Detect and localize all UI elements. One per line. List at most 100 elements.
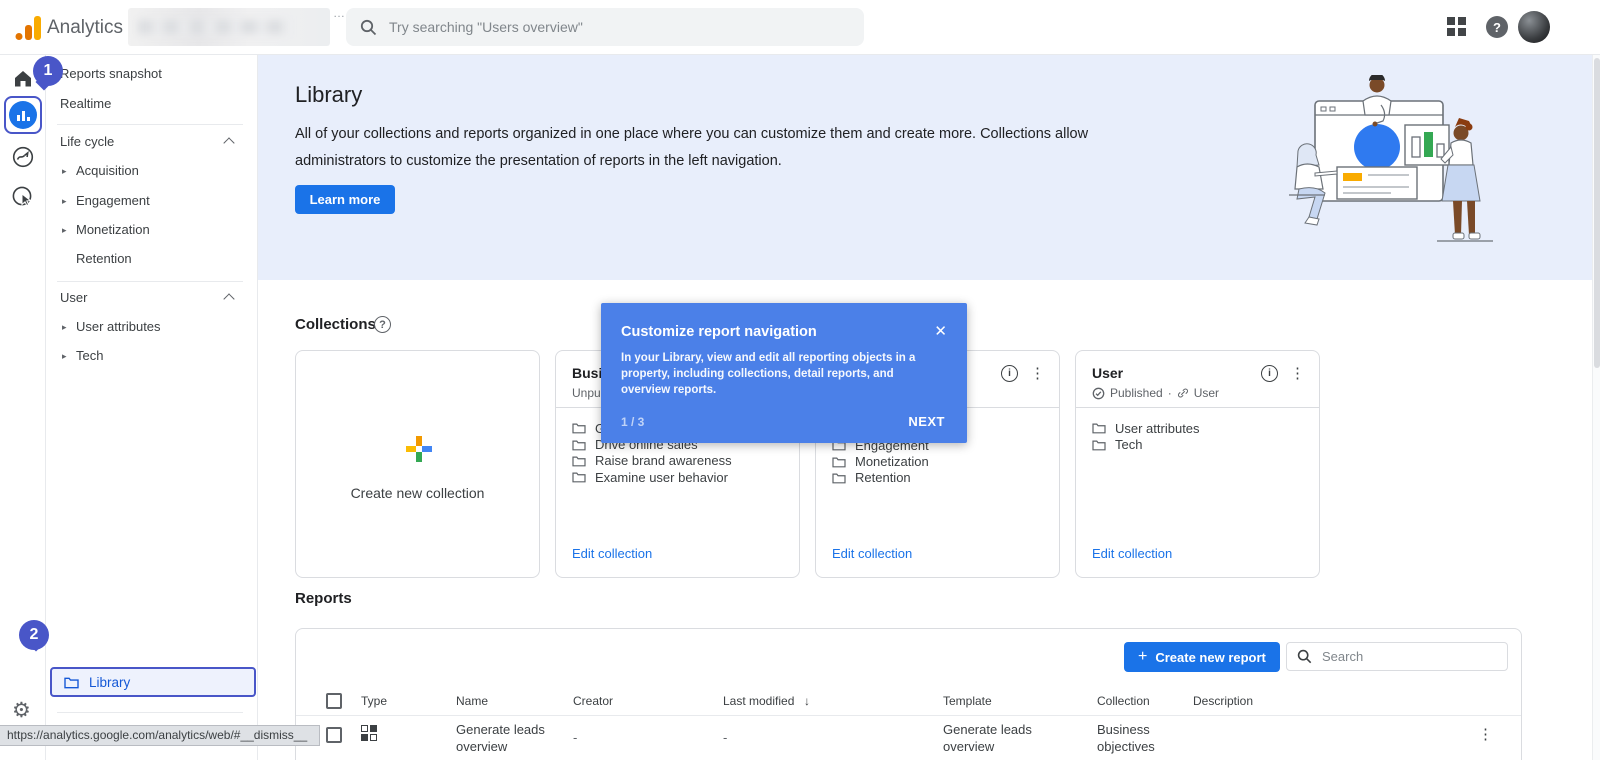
- info-icon[interactable]: i: [1261, 365, 1278, 382]
- card-header: User Published · User i ⋮: [1076, 351, 1319, 408]
- expand-arrow-icon[interactable]: ▸: [62, 317, 67, 337]
- sidebar-section-life-cycle[interactable]: Life cycle: [60, 132, 114, 152]
- help-icon[interactable]: ?: [1486, 16, 1508, 38]
- vertical-scrollbar[interactable]: [1592, 55, 1600, 760]
- sidebar-item-library[interactable]: Library: [50, 667, 256, 697]
- folder-icon: [832, 457, 846, 467]
- analytics-logo-icon[interactable]: [14, 14, 41, 41]
- search-input[interactable]: [389, 19, 809, 35]
- sidebar-item-engagement[interactable]: Engagement: [76, 191, 150, 211]
- column-header-template[interactable]: Template: [943, 694, 992, 708]
- next-button[interactable]: NEXT: [908, 414, 945, 429]
- divider: [57, 281, 243, 282]
- row-checkbox[interactable]: [326, 727, 342, 743]
- sidebar-section-user[interactable]: User: [60, 288, 87, 308]
- folder-icon: [572, 472, 586, 483]
- global-search[interactable]: [346, 8, 864, 46]
- topic-row: Raise brand awareness: [572, 453, 732, 469]
- sidebar-item-retention[interactable]: Retention: [76, 249, 132, 269]
- topic-row: Tech: [1092, 436, 1200, 452]
- learn-more-button[interactable]: Learn more: [295, 185, 395, 214]
- folder-icon: [572, 440, 586, 450]
- tooltip-body: In your Library, view and edit all repor…: [621, 352, 916, 396]
- advertising-icon[interactable]: [11, 185, 35, 209]
- edit-collection-link[interactable]: Edit collection: [572, 546, 652, 561]
- report-name-cell[interactable]: Generate leads overview: [456, 721, 556, 755]
- home-icon[interactable]: [11, 66, 35, 90]
- browser-status-bar: https://analytics.google.com/analytics/w…: [0, 725, 320, 746]
- create-collection-card[interactable]: Create new collection: [295, 350, 540, 578]
- nav-rail: ⚙: [0, 55, 46, 760]
- folder-icon: [572, 423, 586, 434]
- divider: [57, 712, 243, 713]
- page-description: All of your collections and reports orga…: [295, 126, 1089, 169]
- analytics-app: Analytics … ?: [0, 0, 1600, 760]
- avatar[interactable]: [1518, 11, 1550, 43]
- folder-icon: [64, 677, 79, 688]
- truncation-dots: …: [333, 6, 346, 20]
- create-new-report-button[interactable]: + Create new report: [1124, 642, 1280, 672]
- column-header-type[interactable]: Type: [361, 694, 387, 708]
- column-header-creator[interactable]: Creator: [573, 694, 613, 708]
- published-check-icon: [1092, 387, 1105, 399]
- row-more-vertical-icon[interactable]: ⋮: [1478, 725, 1493, 743]
- edit-collection-link[interactable]: Edit collection: [832, 546, 912, 561]
- scrollbar-thumb[interactable]: [1594, 58, 1600, 368]
- more-vertical-icon[interactable]: ⋮: [1290, 364, 1305, 382]
- topic-row: Monetization: [832, 453, 929, 469]
- close-icon[interactable]: ✕: [934, 322, 947, 340]
- apps-grid-icon[interactable]: [1447, 17, 1467, 37]
- expand-arrow-icon[interactable]: ▸: [62, 191, 67, 211]
- folder-icon: [572, 456, 586, 467]
- collection-card-user: User Published · User i ⋮ User attribute…: [1075, 350, 1320, 578]
- more-vertical-icon[interactable]: ⋮: [1030, 364, 1045, 382]
- sidebar-item-tech[interactable]: Tech: [76, 346, 103, 366]
- collection-topics: User attributes Tech: [1092, 420, 1200, 453]
- edit-collection-link[interactable]: Edit collection: [1092, 546, 1172, 561]
- sidebar-item-realtime[interactable]: Realtime: [60, 94, 111, 114]
- explore-icon[interactable]: [11, 145, 35, 169]
- property-selector[interactable]: [128, 8, 330, 46]
- collection-title: User: [1092, 365, 1124, 381]
- reports-icon[interactable]: [9, 101, 37, 129]
- expand-arrow-icon[interactable]: ▸: [62, 161, 67, 181]
- sidebar-item-reports-snapshot[interactable]: Reports snapshot: [60, 64, 162, 84]
- collection-topics: Engagement Monetization Retention: [832, 437, 929, 486]
- topic-row: Retention: [832, 470, 929, 486]
- report-collection-cell: Business objectives: [1097, 722, 1155, 754]
- expand-arrow-icon[interactable]: ▸: [62, 220, 67, 240]
- column-header-description[interactable]: Description: [1193, 694, 1253, 708]
- sidebar-item-monetization[interactable]: Monetization: [76, 220, 150, 240]
- folder-icon: [1092, 423, 1106, 434]
- search-icon: [360, 19, 377, 35]
- report-last-modified-cell: -: [723, 730, 728, 745]
- expand-arrow-icon[interactable]: ▸: [62, 346, 67, 366]
- reports-heading: Reports: [295, 590, 352, 607]
- chevron-up-icon[interactable]: [223, 293, 235, 305]
- collections-help-icon[interactable]: ?: [374, 316, 391, 333]
- admin-gear-icon[interactable]: ⚙: [12, 700, 31, 722]
- column-header-collection[interactable]: Collection: [1097, 694, 1150, 708]
- sidebar-item-user-attributes[interactable]: User attributes: [76, 317, 161, 337]
- library-illustration: [1289, 75, 1493, 242]
- chevron-up-icon[interactable]: [223, 137, 235, 149]
- info-icon[interactable]: i: [1001, 365, 1018, 382]
- overview-report-type-icon: [361, 725, 377, 741]
- column-header-last-modified[interactable]: Last modified: [723, 694, 794, 708]
- sidebar-item-label: Library: [89, 674, 131, 690]
- annotation-badge-1: 1: [33, 56, 63, 86]
- page-title: Library: [295, 82, 363, 107]
- select-all-checkbox[interactable]: [326, 693, 342, 709]
- sidebar-item-acquisition[interactable]: Acquisition: [76, 161, 139, 181]
- reports-search-box[interactable]: [1286, 642, 1508, 671]
- report-nav-sidebar: Reports snapshot Realtime Life cycle ▸ A…: [46, 55, 258, 760]
- app-title: Analytics: [47, 17, 124, 38]
- annotation-badge-2: 2: [19, 620, 49, 650]
- plus-icon: +: [1138, 648, 1148, 665]
- collections-heading: Collections: [295, 316, 376, 333]
- search-icon: [1297, 649, 1312, 664]
- sort-descending-icon[interactable]: ↓: [804, 694, 810, 708]
- reports-search-input[interactable]: [1322, 649, 1482, 664]
- column-header-name[interactable]: Name: [456, 694, 488, 708]
- topic-row: User attributes: [1092, 420, 1200, 436]
